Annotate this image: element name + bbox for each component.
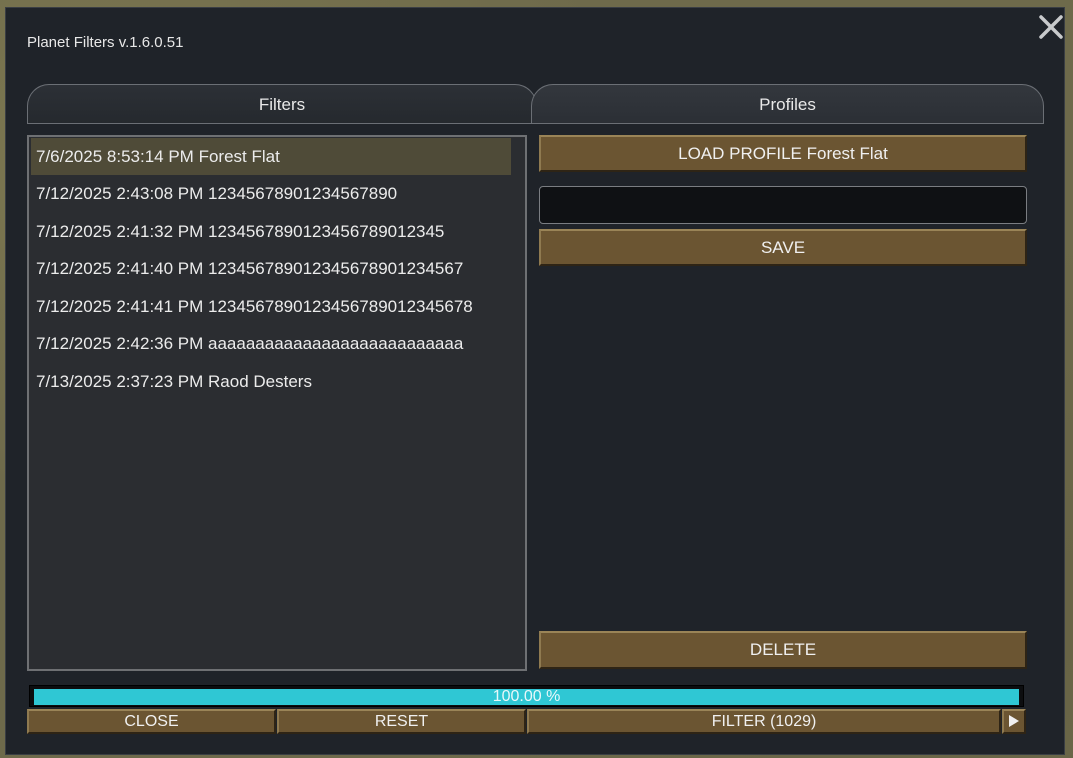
list-item[interactable]: 7/12/2025 2:41:41 PM 1234567890123456789… [31,288,511,325]
close-icon [1039,15,1063,39]
tab-divider [27,123,1044,124]
reset-button[interactable]: RESET [277,709,526,734]
profile-name-input[interactable] [539,186,1027,224]
progress-label: 100.00 % [492,688,561,705]
list-item[interactable]: 7/13/2025 2:37:23 PM Raod Desters [31,363,511,400]
list-item[interactable]: 7/12/2025 2:43:08 PM 1234567890123456789… [31,175,511,212]
delete-button[interactable]: DELETE [539,631,1027,669]
close-window-button[interactable] [1036,12,1066,42]
planet-filters-window: Planet Filters v.1.6.0.51 Filters Profil… [5,7,1065,755]
filter-arrow-button[interactable] [1002,709,1026,734]
profile-list[interactable]: 7/6/2025 8:53:14 PM Forest Flat 7/12/202… [27,135,527,671]
save-button[interactable]: SAVE [539,229,1027,266]
play-arrow-icon [1009,715,1019,727]
load-profile-button[interactable]: LOAD PROFILE Forest Flat [539,135,1027,172]
progress-bar: 100.00 % [29,685,1024,707]
list-item[interactable]: 7/6/2025 8:53:14 PM Forest Flat [31,138,511,175]
window-title: Planet Filters v.1.6.0.51 [27,34,184,51]
tab-filters[interactable]: Filters [27,84,537,124]
tab-profiles[interactable]: Profiles [531,84,1044,124]
list-item[interactable]: 7/12/2025 2:41:32 PM 1234567890123456789… [31,213,511,250]
close-button[interactable]: CLOSE [27,709,276,734]
list-item[interactable]: 7/12/2025 2:41:40 PM 1234567890123456789… [31,250,511,287]
filter-button[interactable]: FILTER (1029) [527,709,1001,734]
list-item[interactable]: 7/12/2025 2:42:36 PM aaaaaaaaaaaaaaaaaaa… [31,325,511,362]
